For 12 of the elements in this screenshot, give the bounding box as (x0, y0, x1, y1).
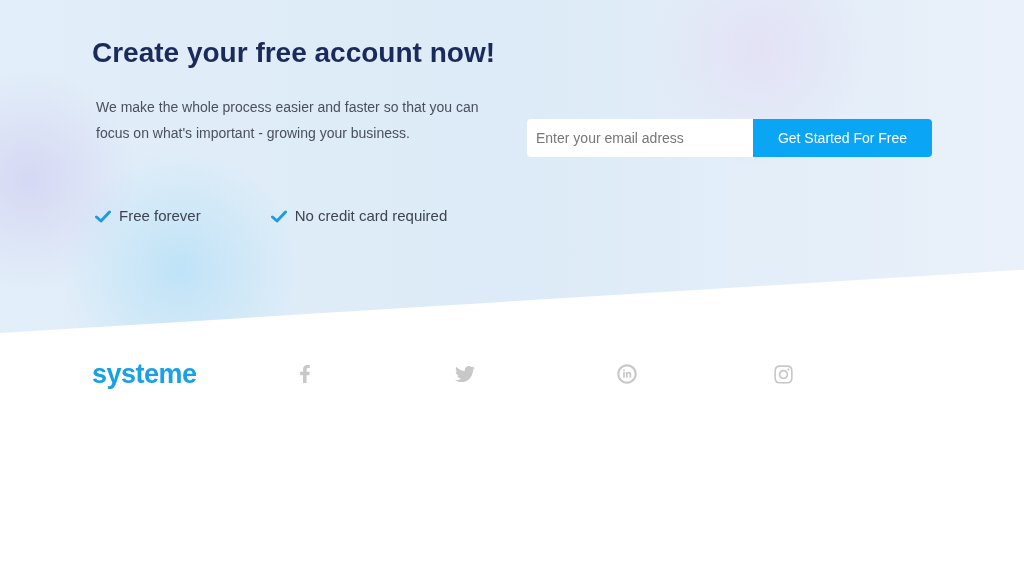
checkmark-icon (95, 209, 111, 223)
instagram-icon[interactable] (773, 363, 794, 385)
hero-title: Create your free account now! (92, 36, 496, 70)
hero-description: We make the whole process easier and faster so that you can focus on what's important - growing your business. (95, 98, 480, 143)
get-started-button[interactable]: Get Started For Free (753, 119, 932, 157)
feature-label: No credit card required (294, 206, 448, 226)
logo[interactable]: systeme (92, 353, 296, 395)
email-field[interactable]: Enter your email adress (527, 119, 753, 157)
linkedin-icon[interactable] (614, 361, 640, 387)
feature-label: Free forever (119, 206, 201, 226)
checkmark-icon (270, 209, 287, 223)
twitter-icon[interactable] (455, 364, 475, 384)
